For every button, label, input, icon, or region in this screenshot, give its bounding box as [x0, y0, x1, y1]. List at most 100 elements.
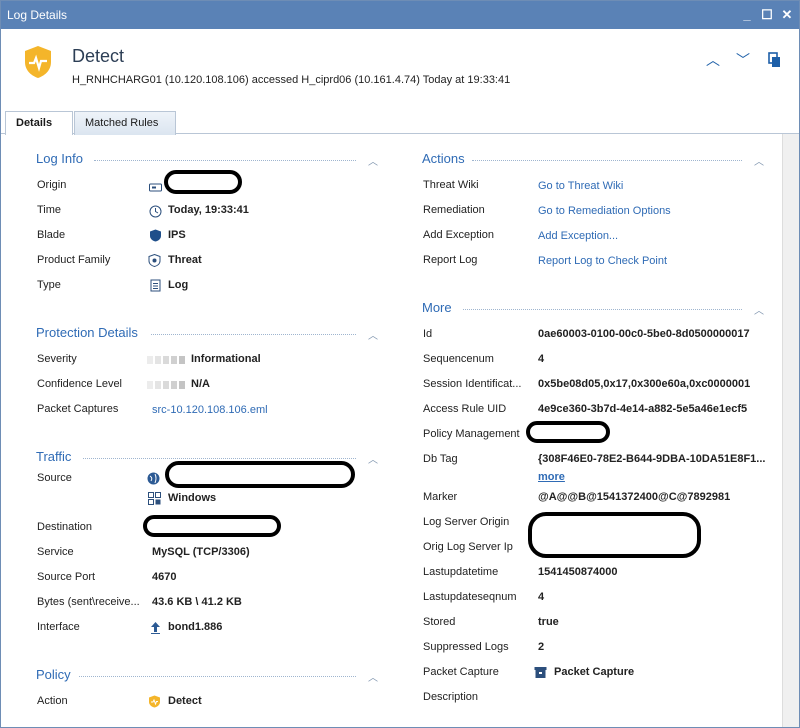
source-port-value: 4670	[152, 571, 177, 583]
lastupdatetime-label: Lastupdatetime	[423, 566, 499, 578]
report-log-label: Report Log	[423, 254, 478, 266]
confidence-value: N/A	[191, 378, 210, 390]
vertical-scrollbar[interactable]	[782, 134, 799, 727]
description-label: Description	[423, 691, 479, 703]
chevron-up-icon[interactable]: ︿	[704, 51, 722, 69]
divider	[79, 676, 356, 677]
chevron-down-icon[interactable]: ﹀	[734, 51, 752, 69]
marker-label: Marker	[423, 491, 458, 503]
log-server-origin-label: Log Server Origin	[423, 516, 510, 528]
interface-value: bond1.886	[168, 621, 223, 633]
action-label: Action	[37, 695, 68, 707]
threat-wiki-label: Threat Wiki	[423, 179, 479, 191]
collapse-icon[interactable]: ︿	[754, 302, 764, 317]
section-title-policy: Policy	[36, 667, 71, 682]
windows-icon	[148, 492, 161, 505]
db-tag-label: Db Tag	[423, 453, 458, 465]
action-value: Detect	[168, 695, 202, 707]
remediation-link[interactable]: Go to Remediation Options	[538, 205, 671, 217]
minimize-icon[interactable]: _	[739, 7, 755, 23]
collapse-icon[interactable]: ︿	[368, 451, 378, 466]
service-label: Service	[37, 546, 74, 558]
time-label: Time	[37, 204, 62, 216]
lastupdateseqnum-label: Lastupdateseqnum	[423, 591, 517, 603]
sequencenum-label: Sequencenum	[423, 353, 494, 365]
blade-label: Blade	[37, 229, 66, 241]
ips-shield-icon	[150, 229, 161, 242]
policy-management-label: Policy Management	[423, 428, 520, 440]
db-tag-more-link[interactable]: more	[538, 471, 565, 483]
redacted-source	[165, 461, 355, 488]
collapse-icon[interactable]: ︿	[368, 153, 378, 168]
collapse-icon[interactable]: ︿	[754, 153, 764, 168]
origin-label: Origin	[37, 179, 67, 191]
detect-shield-icon	[25, 46, 51, 78]
report-log-link[interactable]: Report Log to Check Point	[538, 255, 667, 267]
log-details-window: Log Details _ ☐ ✕ Detect H_RNHCHARG01 (1…	[0, 0, 800, 728]
tab-details[interactable]: Details	[5, 111, 73, 135]
packet-captures-label: Packet Captures	[37, 403, 119, 415]
service-value: MySQL (TCP/3306)	[152, 546, 250, 558]
severity-label: Severity	[37, 353, 77, 365]
detect-shield-icon	[149, 695, 160, 708]
product-family-label: Product Family	[37, 254, 111, 266]
divider	[151, 334, 356, 335]
copy-icon[interactable]	[765, 51, 783, 69]
collapse-icon[interactable]: ︿	[368, 327, 378, 342]
destination-label: Destination	[37, 521, 93, 533]
session-id-value: 0x5be08d05,0x17,0x300e60a,0xc0000001	[538, 378, 751, 390]
db-tag-value: {308F46E0-78E2-B644-9DBA-10DA51E8F1...	[538, 453, 766, 465]
access-rule-uid-value: 4e9ce360-3b7d-4e14-a882-5e5a46e1ecf5	[538, 403, 748, 415]
orig-log-server-ip-label: Orig Log Server Ip	[423, 541, 513, 553]
section-title-log-info: Log Info	[36, 151, 83, 166]
window-title: Log Details	[7, 8, 68, 22]
redacted-destination	[143, 515, 281, 537]
threat-icon	[148, 254, 161, 267]
confidence-meter	[147, 381, 185, 389]
log-summary: H_RNHCHARG01 (10.120.108.106) accessed H…	[72, 74, 511, 86]
packet-capture-icon[interactable]	[534, 666, 547, 679]
add-exception-label: Add Exception	[423, 229, 494, 241]
severity-meter	[147, 356, 185, 364]
suppressed-logs-value: 2	[538, 641, 545, 653]
details-panel: Log Info ︿ Origin Time Today, 19:33:41 B…	[1, 134, 782, 727]
stored-value: true	[538, 616, 559, 628]
divider	[463, 309, 742, 310]
source-os-value: Windows	[168, 492, 217, 504]
sequencenum-value: 4	[538, 353, 545, 365]
source-label: Source	[37, 472, 72, 484]
interface-label: Interface	[37, 621, 80, 633]
type-label: Type	[37, 279, 61, 291]
packet-capture-value[interactable]: Packet Capture	[554, 666, 634, 678]
section-title-actions: Actions	[422, 151, 465, 166]
maximize-icon[interactable]: ☐	[759, 7, 775, 23]
add-exception-link[interactable]: Add Exception...	[538, 230, 618, 242]
lastupdatetime-value: 1541450874000	[538, 566, 618, 578]
tab-bar: Details Matched Rules	[1, 105, 799, 135]
section-title-protection: Protection Details	[36, 325, 138, 340]
severity-value: Informational	[191, 353, 261, 365]
collapse-icon[interactable]: ︿	[368, 669, 378, 684]
page-title: Detect	[72, 46, 125, 66]
packet-capture-link[interactable]: src-10.120.108.106.eml	[152, 404, 268, 416]
source-port-label: Source Port	[37, 571, 96, 583]
redacted-log-server	[528, 512, 701, 558]
access-rule-uid-label: Access Rule UID	[423, 403, 507, 415]
blade-value: IPS	[168, 229, 186, 241]
redacted-policy-management	[526, 421, 610, 443]
session-id-label: Session Identificat...	[423, 378, 522, 390]
packet-capture-label: Packet Capture	[423, 666, 499, 678]
arrow-up-icon	[151, 622, 160, 634]
stored-label: Stored	[423, 616, 456, 628]
tab-matched-rules[interactable]: Matched Rules	[74, 111, 176, 135]
divider	[83, 458, 356, 459]
divider	[94, 160, 356, 161]
bytes-value: 43.6 KB \ 41.2 KB	[152, 596, 242, 608]
bytes-label: Bytes (sent\receive...	[37, 596, 140, 608]
id-value: 0ae60003-0100-00c0-5be0-8d0500000017	[538, 328, 750, 340]
time-value: Today, 19:33:41	[168, 204, 249, 216]
close-icon[interactable]: ✕	[779, 7, 795, 23]
divider	[472, 160, 742, 161]
gateway-icon	[149, 183, 162, 192]
threat-wiki-link[interactable]: Go to Threat Wiki	[538, 180, 623, 192]
